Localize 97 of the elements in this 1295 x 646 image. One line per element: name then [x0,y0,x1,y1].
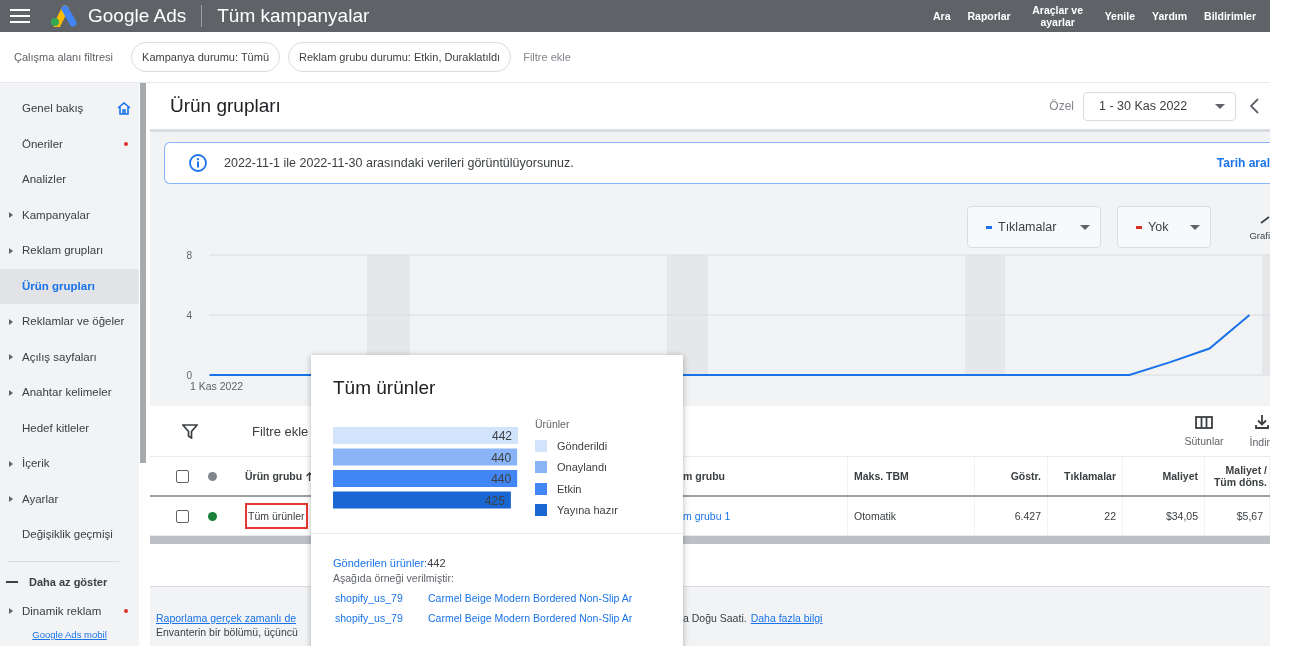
table-cell: $5,67 [1236,510,1263,522]
sidebar-item[interactable]: İçerik [0,446,140,482]
sample-note: Aşağıda örneği verilmiştir: [333,572,455,584]
legend-swatch [535,461,547,474]
info-icon [189,154,207,172]
column-header[interactable]: Maliyet / Tüm döns. [1211,464,1267,488]
add-filter-field[interactable]: Filtre ekle [252,423,309,439]
legend-label: Yayına hazır [557,504,618,517]
sidebar-item[interactable]: Ayarlar [0,481,140,517]
column-header[interactable]: m grubu [683,470,725,482]
sidebar-item[interactable]: Reklamlar ve öğeler [0,304,140,340]
toolbar-action[interactable]: Yenile [1104,10,1136,22]
toolbar-action[interactable]: Ara [932,10,951,22]
filter-label: Çalışma alanı filtresi [14,51,114,63]
menu-icon[interactable] [10,9,30,23]
caret-icon [1080,224,1090,230]
sidebar-item[interactable]: Genel bakış [0,91,140,127]
show-less-link[interactable]: Daha az göster [29,575,108,588]
sidebar-item[interactable]: Açılış sayfaları [0,339,140,375]
bar-value: 440 [491,450,512,465]
toolbar-action[interactable]: Bildirimler [1204,10,1256,22]
columns-icon [1195,415,1213,429]
table-cell: Tüm ürünler [245,503,308,529]
caret-icon [1190,224,1200,230]
date-range-dropdown[interactable]: 1 - 30 Kas 2022 [1083,91,1236,121]
filter-chip[interactable]: Kampanya durumu: Tümü [131,42,281,72]
checkbox[interactable] [176,509,189,523]
y-tick-label: 0 [186,370,192,381]
submitted-products-link[interactable]: Gönderilen ürünler: [333,557,428,569]
metric-dropdown[interactable]: Yok [1117,206,1211,248]
page-title: Ürün grupları [170,95,281,117]
sidebar-item[interactable]: Öneriler [0,126,140,162]
table-link[interactable]: m grubu 1 [683,510,731,522]
toolbar-button[interactable]: Sütunlar [1179,406,1229,456]
column-header[interactable]: Tıklamalar [1064,470,1116,482]
column-header[interactable]: Maks. TBM [854,470,909,482]
date-range-link[interactable]: Tarih aral [1216,156,1270,170]
product-title-link[interactable]: Carmel Beige Modern Bordered Non-Slip Ar [428,612,633,624]
product-id-link[interactable]: shopify_us_79 [335,612,428,624]
popover-title: Tüm ürünler [333,377,437,399]
bar-value: 442 [491,429,512,443]
collapse-icon[interactable] [6,580,18,583]
chart-type-icon[interactable] [1260,215,1270,224]
x-tick-label: 1 Kas 2022 [190,380,244,392]
sidebar-item[interactable]: Analizler [0,162,140,198]
mobile-app-link[interactable]: Google Ads mobil [32,629,107,641]
sidebar-item[interactable]: Anahtar kelimeler [0,375,140,411]
chevron-left-icon[interactable] [1250,98,1259,114]
table-cell: 6.427 [1014,510,1041,522]
add-filter-link[interactable]: Filtre ekle [523,51,571,63]
table-cell: Otomatik [854,510,896,522]
page-context[interactable]: Tüm kampanyalar [217,5,370,27]
legend-swatch [535,439,547,452]
legend-swatch [535,482,547,495]
y-tick-label: 8 [186,250,192,261]
legend-label: Onaylandı [557,461,608,474]
sidebar-item[interactable]: Ürün grupları [0,268,140,304]
legend-title: Ürünler [535,418,571,430]
legend-label: Gönderildi [557,439,608,452]
legend-swatch [535,504,547,517]
column-header[interactable]: Ürün grubu [245,470,303,482]
column-header[interactable]: Maliyet [1162,470,1198,482]
scrollbar-thumb[interactable] [140,83,147,463]
table-cell: 22 [1104,510,1116,522]
sidebar-item[interactable]: Reklam grupları [0,233,140,269]
toolbar-action[interactable]: Raporlar [967,10,1011,22]
submitted-count: 442 [427,557,446,569]
download-icon [1254,414,1270,430]
product-name: Google Ads [88,5,187,27]
y-tick-label: 4 [186,310,192,321]
sidebar-item[interactable]: Dinamik reklam [0,593,140,629]
filter-icon[interactable] [182,423,198,439]
home-icon [117,102,131,116]
logo-icon [48,5,78,27]
product-title-link[interactable]: Carmel Beige Modern Bordered Non-Slip Ar [428,592,633,604]
filter-chip[interactable]: Reklam grubu durumu: Etkin, Duraklatıldı [288,42,512,72]
checkbox[interactable] [176,469,189,483]
timezone-note: a Doğu Saati. [683,612,747,624]
product-id-link[interactable]: shopify_us_79 [335,592,428,604]
metric-dropdown[interactable]: Tıklamalar [967,206,1101,248]
column-header[interactable]: Göstr. [1010,470,1041,482]
learn-more-link[interactable]: Daha fazla bilgi [750,612,823,624]
chart-type-label[interactable]: Grafi [1249,229,1270,241]
banner-text: 2022-11-1 ile 2022-11-30 arasındaki verileri görüntülüyorsunuz. [224,156,574,170]
date-label: Özel [1049,99,1074,113]
bar-value: 425 [484,493,505,508]
legend-label: Etkin [557,482,582,495]
table-cell: $34,05 [1165,510,1198,522]
sidebar-item[interactable]: Değişiklik geçmişi [0,517,140,553]
inventory-note: Envanterin bir bölümü, üçüncü [156,626,299,638]
sidebar-item[interactable]: Hedef kitleler [0,410,140,446]
toolbar-button[interactable]: İndir [1245,406,1270,456]
toolbar-action[interactable]: Araçlar ve ayarlar [1027,4,1088,28]
caret-icon [1215,103,1225,109]
toolbar-action[interactable]: Yardım [1152,10,1188,22]
sidebar-item[interactable]: Kampanyalar [0,197,140,233]
bar-value: 440 [491,472,512,486]
